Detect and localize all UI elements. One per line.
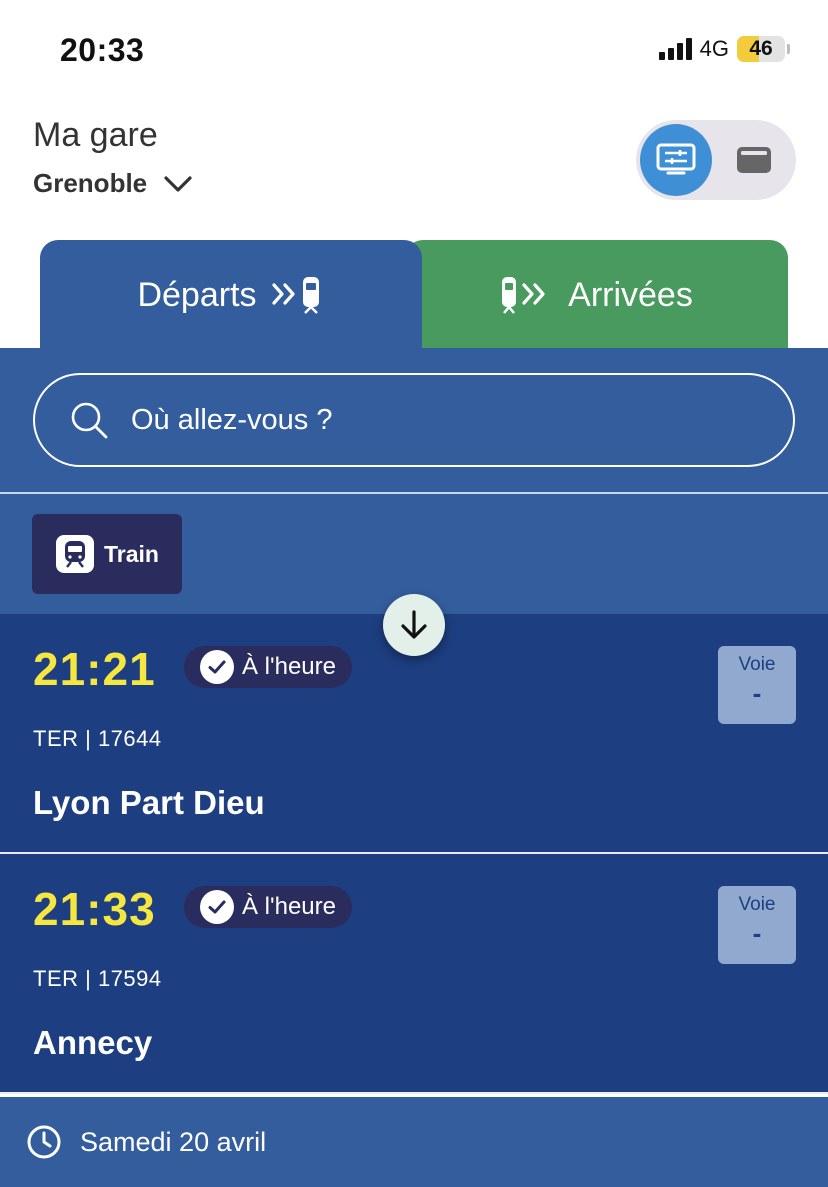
view-toggle[interactable]	[636, 120, 796, 200]
filter-train[interactable]: Train	[32, 514, 182, 594]
date-label: Samedi 20 avril	[80, 1126, 267, 1157]
status-badge: À l'heure	[184, 886, 352, 928]
divider	[0, 492, 828, 494]
status-text: À l'heure	[242, 653, 336, 680]
search-panel: Où allez-vous ? Train	[0, 348, 828, 614]
departure-row[interactable]: 21:33 À l'heure TER | 17594 Annecy Voie …	[0, 854, 828, 1092]
station-label: Ma gare	[33, 116, 158, 154]
train-number: TER | 17644	[33, 726, 162, 751]
chevron-down-icon	[164, 175, 192, 192]
platform-value: -	[752, 678, 762, 708]
platform-label: Voie	[738, 654, 776, 675]
platform-value: -	[752, 918, 762, 948]
network-type: 4G	[699, 36, 729, 61]
check-icon	[200, 650, 234, 684]
tab-departures-label: Départs	[137, 275, 257, 314]
destination: Annecy	[33, 1024, 153, 1061]
battery-icon: 46	[737, 36, 785, 62]
signal-icon	[658, 38, 692, 60]
station-selector[interactable]: Grenoble	[33, 168, 193, 199]
status-text: À l'heure	[242, 893, 336, 920]
arrow-down-icon	[401, 610, 427, 639]
clock-icon	[27, 1125, 61, 1159]
board-view-button[interactable]	[640, 124, 712, 196]
station-name: Grenoble	[33, 168, 148, 198]
departure-time: 21:33	[33, 883, 156, 935]
status-badge: À l'heure	[184, 646, 352, 688]
filter-train-label: Train	[104, 540, 159, 567]
platform-box: Voie -	[718, 646, 796, 724]
board-icon	[656, 143, 696, 175]
date-bar[interactable]: Samedi 20 avril	[0, 1097, 828, 1187]
tab-arrivals[interactable]: Arrivées	[405, 240, 788, 350]
check-icon	[200, 890, 234, 924]
status-indicators: 4G 46	[658, 36, 790, 62]
destination-search[interactable]: Où allez-vous ?	[33, 373, 795, 467]
tab-departures[interactable]: Départs	[40, 240, 422, 350]
arrival-train-icon	[502, 277, 545, 314]
search-placeholder: Où allez-vous ?	[131, 403, 333, 436]
tab-arrivals-label: Arrivées	[568, 275, 693, 314]
destination: Lyon Part Dieu	[33, 784, 265, 821]
scroll-down-button[interactable]	[383, 594, 445, 656]
row-divider	[0, 1092, 828, 1094]
card-view-button[interactable]	[718, 124, 790, 196]
battery-level: 46	[749, 37, 773, 60]
departure-time: 21:21	[33, 643, 156, 695]
train-icon	[56, 535, 94, 573]
search-icon	[71, 402, 108, 439]
platform-label: Voie	[738, 894, 776, 915]
train-number: TER | 17594	[33, 966, 162, 991]
status-time: 20:33	[60, 32, 145, 68]
card-icon	[737, 147, 771, 173]
departure-train-icon	[271, 277, 319, 314]
platform-box: Voie -	[718, 886, 796, 964]
